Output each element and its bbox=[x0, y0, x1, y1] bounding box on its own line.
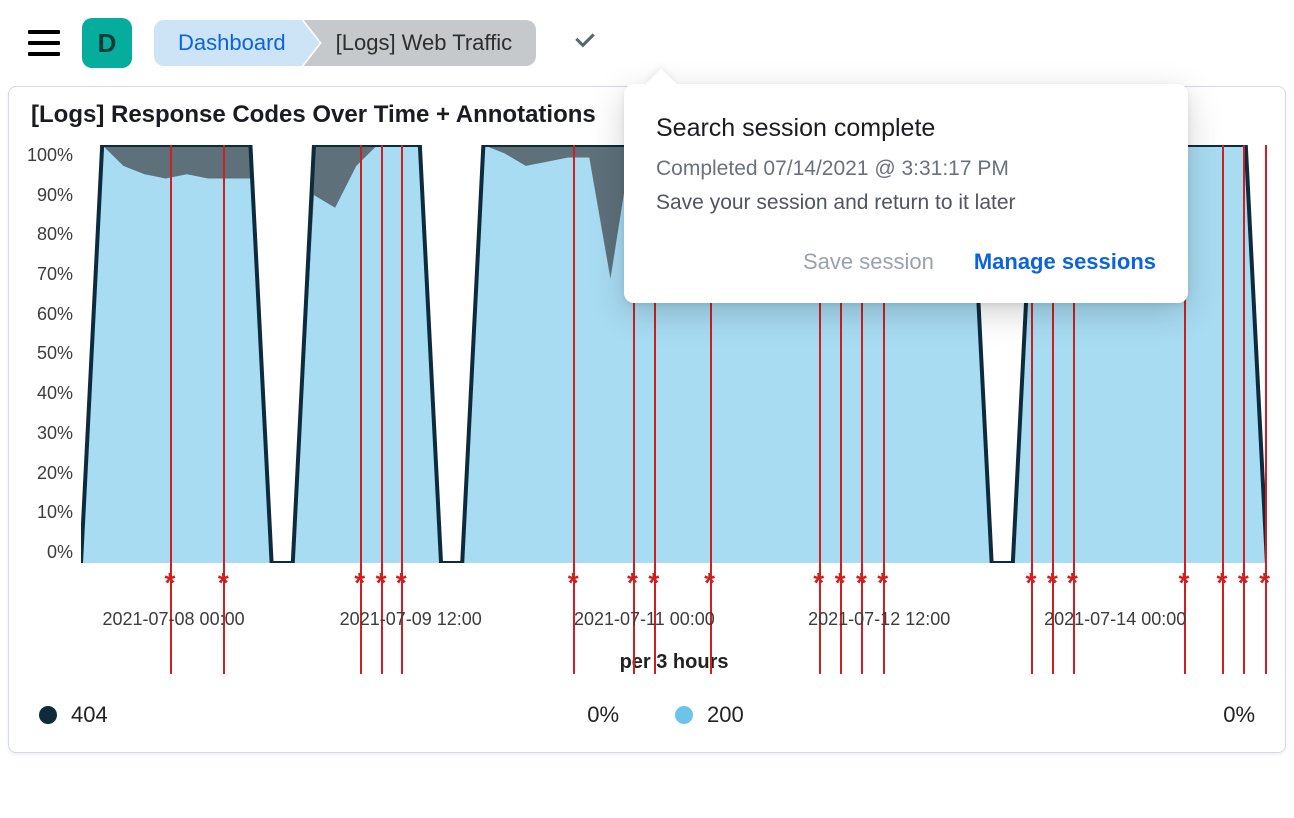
annotation-star-icon: * bbox=[1026, 567, 1037, 599]
legend-404-value: 0% bbox=[587, 702, 619, 728]
annotation-star-icon: * bbox=[1238, 567, 1249, 599]
breadcrumb-logs[interactable]: [Logs] Web Traffic bbox=[304, 20, 537, 66]
session-popover: Search session complete Completed 07/14/… bbox=[624, 84, 1188, 303]
session-status-icon[interactable] bbox=[572, 28, 598, 59]
y-tick: 40% bbox=[37, 383, 73, 404]
annotation-star-icon: * bbox=[376, 567, 387, 599]
space-badge[interactable]: D bbox=[82, 18, 132, 68]
legend-dot-200 bbox=[675, 706, 693, 724]
annotation-star-icon: * bbox=[568, 567, 579, 599]
annotation-star-icon: * bbox=[813, 567, 824, 599]
y-tick: 30% bbox=[37, 423, 73, 444]
annotation-star-icon: * bbox=[1216, 567, 1227, 599]
space-letter: D bbox=[98, 28, 117, 59]
x-tick: 2021-07-09 12:00 bbox=[340, 609, 482, 630]
x-tick: 2021-07-08 00:00 bbox=[102, 609, 244, 630]
legend-200-label: 200 bbox=[707, 702, 744, 728]
x-tick: 2021-07-12 12:00 bbox=[808, 609, 950, 630]
annotation-markers: ******************** bbox=[81, 563, 1267, 595]
breadcrumb-logs-label: [Logs] Web Traffic bbox=[336, 30, 513, 56]
menu-icon[interactable] bbox=[28, 30, 60, 56]
popover-desc: Save your session and return to it later bbox=[656, 191, 1156, 215]
y-tick: 90% bbox=[37, 185, 73, 206]
y-axis: 100% 90% 80% 70% 60% 50% 40% 30% 20% 10% 0% bbox=[27, 145, 81, 563]
manage-sessions-button[interactable]: Manage sessions bbox=[974, 249, 1156, 275]
annotation-star-icon: * bbox=[354, 567, 365, 599]
popover-completed: Completed 07/14/2021 @ 3:31:17 PM bbox=[656, 157, 1156, 181]
breadcrumb: Dashboard [Logs] Web Traffic bbox=[154, 20, 536, 66]
y-tick: 100% bbox=[27, 145, 73, 166]
x-tick: 2021-07-11 00:00 bbox=[574, 609, 715, 630]
annotation-star-icon: * bbox=[648, 567, 659, 599]
x-tick: 2021-07-14 00:00 bbox=[1044, 609, 1186, 630]
y-tick: 70% bbox=[37, 264, 73, 285]
annotation-star-icon: * bbox=[1047, 567, 1058, 599]
annotation-star-icon: * bbox=[396, 567, 407, 599]
x-axis: 2021-07-08 00:00 2021-07-09 12:00 2021-07-… bbox=[81, 609, 1267, 641]
y-tick: 10% bbox=[37, 502, 73, 523]
annotation-star-icon: * bbox=[704, 567, 715, 599]
x-axis-title: per 3 hours bbox=[81, 651, 1267, 674]
annotation-star-icon: * bbox=[1067, 567, 1078, 599]
annotation-star-icon: * bbox=[218, 567, 229, 599]
y-tick: 50% bbox=[37, 343, 73, 364]
annotation-star-icon: * bbox=[627, 567, 638, 599]
annotation-star-icon: * bbox=[165, 567, 176, 599]
annotation-star-icon: * bbox=[877, 567, 888, 599]
y-tick: 80% bbox=[37, 224, 73, 245]
annotation-star-icon: * bbox=[1179, 567, 1190, 599]
annotation-star-icon: * bbox=[1259, 567, 1270, 599]
y-tick: 60% bbox=[37, 304, 73, 325]
popover-title: Search session complete bbox=[656, 114, 1156, 143]
annotation-star-icon: * bbox=[856, 567, 867, 599]
breadcrumb-dashboard[interactable]: Dashboard bbox=[154, 20, 320, 66]
legend-dot-404 bbox=[39, 706, 57, 724]
legend-200-value: 0% bbox=[1223, 702, 1255, 728]
save-session-button[interactable]: Save session bbox=[803, 249, 934, 275]
y-tick: 0% bbox=[47, 542, 73, 563]
legend-404-label: 404 bbox=[71, 702, 108, 728]
annotation-star-icon: * bbox=[835, 567, 846, 599]
y-tick: 20% bbox=[37, 463, 73, 484]
breadcrumb-dashboard-label: Dashboard bbox=[178, 30, 286, 56]
legend: 404 0% 200 0% bbox=[27, 702, 1267, 728]
